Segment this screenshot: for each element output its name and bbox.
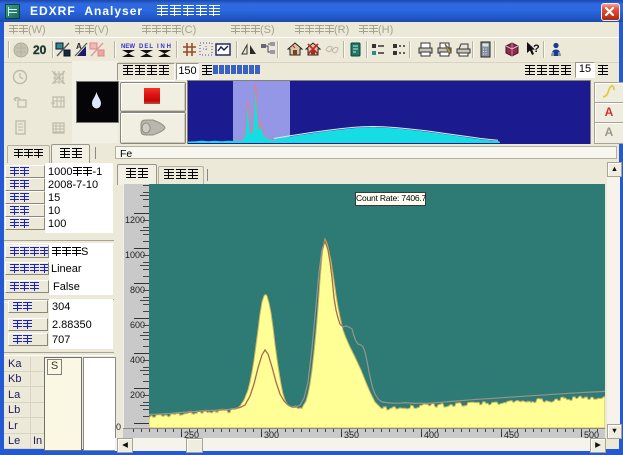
svg-text:20: 20 — [33, 43, 47, 57]
svg-text:DEL: DEL — [139, 44, 153, 50]
svg-text:?: ? — [533, 43, 540, 55]
svg-text:NEW: NEW — [121, 44, 135, 50]
svg-text:INH: INH — [157, 44, 171, 50]
